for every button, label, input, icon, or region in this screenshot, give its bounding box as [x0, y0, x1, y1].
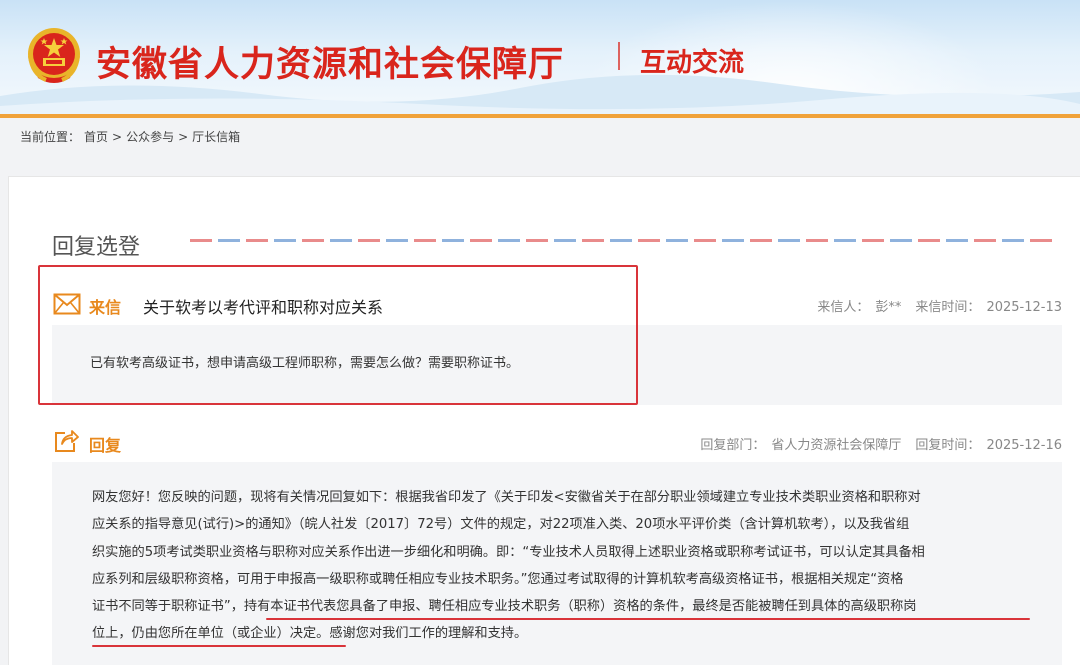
reply-line: 应系列和层级职称资格，可用于申报高一级职称或聘任相应专业技术职务。”您通过考试取… [92, 571, 904, 587]
header-divider [0, 114, 1080, 118]
highlight-underline [266, 618, 1030, 620]
reply-line: 位上，仍由您所在单位（或企业）决定。感谢您对我们工作的理解和支持。 [92, 626, 528, 642]
national-emblem-icon [28, 28, 80, 83]
reply-meta: 回复部门： 省人力资源社会保障厅 回复时间： 2025-12-16 [694, 434, 1062, 453]
breadcrumb-separator: > [112, 130, 123, 144]
reply-body: 网友您好！您反映的问题，现将有关情况回复如下：根据我省印发了《关于印发<安徽省关… [92, 484, 1038, 648]
breadcrumb-director-mailbox[interactable]: 厅长信箱 [192, 130, 240, 144]
breadcrumb-home[interactable]: 首页 [84, 130, 108, 144]
sender-name: 彭** [875, 300, 902, 315]
reply-label: 回复 [89, 436, 122, 455]
share-reply-icon [55, 430, 79, 452]
highlight-underline [92, 645, 346, 647]
reply-date-label: 回复时间： [915, 438, 981, 453]
reply-line: 证书不同等于职称证书”，持有本证书代表您具备了申报、聘任相应专业技术职务（职称）… [92, 599, 917, 615]
breadcrumb-prefix: 当前位置： [20, 130, 81, 144]
reply-line: 织实施的5项考试类职业资格与职称对应关系作出进一步细化和明确。即：“专业技术人员… [92, 544, 925, 560]
section-name[interactable]: 互动交流 [640, 42, 744, 79]
reply-dept: 省人力资源社会保障厅 [771, 438, 902, 453]
breadcrumb-separator: > [178, 130, 189, 144]
section-heading: 回复选登 [52, 235, 141, 260]
letter-date-label: 来信时间： [915, 300, 981, 315]
reply-line: 应关系的指导意见(试行)>的通知》（皖人社发〔2017〕72号）文件的规定，对2… [92, 517, 910, 533]
letter-meta: 来信人： 彭** 来信时间： 2025-12-13 [811, 296, 1062, 315]
sender-label: 来信人： [817, 300, 870, 315]
letter-date: 2025-12-13 [986, 300, 1062, 315]
title-separator [618, 42, 620, 70]
reply-dept-label: 回复部门： [700, 438, 766, 453]
highlight-box [38, 265, 638, 405]
reply-line: 网友您好！您反映的问题，现将有关情况回复如下：根据我省印发了《关于印发<安徽省关… [92, 490, 921, 505]
breadcrumb: 当前位置： 首页 > 公众参与 > 厅长信箱 [20, 128, 244, 145]
site-title[interactable]: 安徽省人力资源和社会保障厅 [96, 36, 564, 87]
reply-date: 2025-12-16 [986, 438, 1062, 453]
airmail-stripe-divider [190, 239, 1058, 244]
breadcrumb-public-participation[interactable]: 公众参与 [126, 130, 174, 144]
